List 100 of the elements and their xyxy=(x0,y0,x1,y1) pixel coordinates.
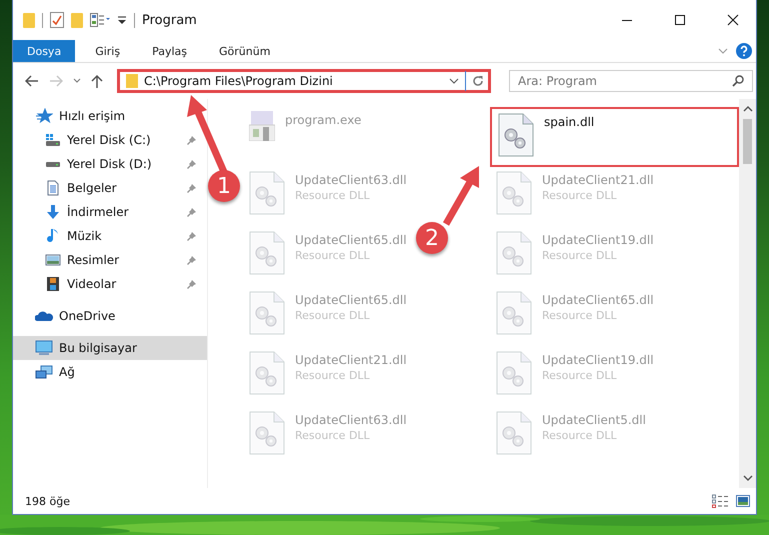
ribbon-tab[interactable]: Dosya xyxy=(13,40,76,62)
thumbnail-view-icon[interactable] xyxy=(736,495,750,507)
file-name: UpdateClient21.dll xyxy=(295,353,407,367)
sidebar-label: Belgeler xyxy=(67,181,118,195)
gear-file-icon xyxy=(496,291,532,335)
pin-icon[interactable] xyxy=(187,255,197,265)
file-name: UpdateClient63.dll xyxy=(295,413,407,427)
pin-icon[interactable] xyxy=(187,231,197,241)
ribbon-tab[interactable]: Giriş xyxy=(83,40,132,62)
gear-file-icon xyxy=(496,351,532,395)
sidebar-item[interactable]: Resimler xyxy=(13,248,207,272)
sidebar-item[interactable]: Yerel Disk (D:) xyxy=(13,152,207,176)
search-field[interactable]: Ara: Program xyxy=(509,70,753,92)
file-name: UpdateClient5.dll xyxy=(542,413,646,427)
document-icon xyxy=(45,180,61,196)
film-icon xyxy=(45,276,61,292)
scroll-down-icon[interactable] xyxy=(742,474,752,482)
scrollbar[interactable] xyxy=(739,99,756,488)
pin-icon[interactable] xyxy=(187,183,197,193)
file-name: UpdateClient19.dll xyxy=(542,353,654,367)
sidebar-item[interactable]: İndirmeler xyxy=(13,200,207,224)
sidebar-label: Yerel Disk (C:) xyxy=(67,133,152,147)
gear-file-icon xyxy=(496,171,532,215)
scroll-thumb[interactable] xyxy=(743,119,752,164)
arrow xyxy=(442,166,479,226)
back-icon[interactable] xyxy=(25,75,39,87)
maximize-icon[interactable] xyxy=(674,14,686,26)
sidebar-label: OneDrive xyxy=(59,309,116,323)
file-name: program.exe xyxy=(285,113,362,127)
file-name: UpdateClient63.dll xyxy=(295,173,407,187)
monitor-icon xyxy=(35,340,53,356)
sidebar-label: Bu bilgisayar xyxy=(59,341,137,355)
recent-dropdown-icon[interactable] xyxy=(73,78,81,84)
file-name: UpdateClient19.dll xyxy=(542,233,654,247)
details-view-icon[interactable] xyxy=(712,494,728,508)
checklist-icon[interactable] xyxy=(50,12,64,28)
window-title: Program xyxy=(142,12,197,28)
file-type: Resource DLL xyxy=(295,309,371,322)
file-name: UpdateClient65.dll xyxy=(295,293,407,307)
file-name: UpdateClient21.dll xyxy=(542,173,654,187)
file-name: UpdateClient65.dll xyxy=(542,293,654,307)
folder-icon xyxy=(126,74,138,88)
item-count: 198 öğe xyxy=(25,494,70,508)
refresh-icon[interactable] xyxy=(472,75,484,87)
download-arrow-icon xyxy=(45,204,61,220)
sidebar-label: Ağ xyxy=(59,365,75,379)
sidebar-item[interactable]: Yerel Disk (C:) xyxy=(13,128,207,152)
file-type: Resource DLL xyxy=(542,369,618,382)
ribbon-tab[interactable]: Görünüm xyxy=(207,40,282,62)
sidebar-label: İndirmeler xyxy=(67,205,130,219)
file-name: spain.dll xyxy=(544,115,594,129)
scroll-up-icon[interactable] xyxy=(742,105,752,113)
dropdown-icon[interactable] xyxy=(117,15,127,25)
gear-file-icon xyxy=(249,171,285,215)
gear-file-icon xyxy=(249,291,285,335)
sidebar-item[interactable]: Bu bilgisayar xyxy=(13,336,207,360)
file-type: Resource DLL xyxy=(542,189,618,202)
file-type: Resource DLL xyxy=(542,309,618,322)
up-icon[interactable] xyxy=(91,74,103,88)
sidebar-label: Resimler xyxy=(67,253,120,267)
pin-icon[interactable] xyxy=(187,279,197,289)
help-icon[interactable] xyxy=(736,43,752,59)
sidebar-label: Yerel Disk (D:) xyxy=(67,157,153,171)
sidebar-item[interactable]: OneDrive xyxy=(13,304,207,328)
file-name: UpdateClient65.dll xyxy=(295,233,407,247)
folder-icon xyxy=(23,12,35,28)
drive-icon xyxy=(45,134,61,146)
sidebar-item[interactable]: Hızlı erişim xyxy=(13,104,207,128)
file-type: Resource DLL xyxy=(295,189,371,202)
sidebar-label: Videolar xyxy=(67,277,118,291)
file-type: Resource DLL xyxy=(542,249,618,262)
network-icon xyxy=(35,364,53,380)
file-type: Resource DLL xyxy=(295,429,371,442)
sidebar-item[interactable]: Müzik xyxy=(13,224,207,248)
ribbon-tab[interactable]: Paylaş xyxy=(140,40,199,62)
close-icon[interactable] xyxy=(727,14,739,26)
sidebar-item[interactable]: Ağ xyxy=(13,360,207,384)
star-icon xyxy=(35,108,53,124)
address-path: C:\Program Files\Program Dizini xyxy=(144,74,334,88)
sidebar-label: Hızlı erişim xyxy=(59,109,126,123)
installer-icon xyxy=(249,111,275,141)
sidebar-item[interactable]: Belgeler xyxy=(13,176,207,200)
pin-icon[interactable] xyxy=(187,159,197,169)
gear-file-icon xyxy=(249,411,285,455)
sidebar-item[interactable]: Videolar xyxy=(13,272,207,296)
file-type: Resource DLL xyxy=(542,429,618,442)
gear-file-icon xyxy=(249,231,285,275)
drive-icon xyxy=(45,162,61,166)
file-type: Resource DLL xyxy=(295,249,371,262)
picture-icon xyxy=(45,254,61,266)
sidebar-label: Müzik xyxy=(67,229,103,243)
gear-file-icon xyxy=(496,411,532,455)
chevron-down-icon[interactable] xyxy=(449,78,459,84)
search-icon xyxy=(732,75,744,87)
pin-icon[interactable] xyxy=(187,135,197,145)
properties-icon[interactable] xyxy=(90,13,110,27)
address-bar[interactable]: C:\Program Files\Program Dizini xyxy=(117,69,491,93)
highlighted-file-tile[interactable]: spain.dll xyxy=(490,107,739,167)
gear-file-icon xyxy=(496,231,532,275)
pin-icon[interactable] xyxy=(187,207,197,217)
